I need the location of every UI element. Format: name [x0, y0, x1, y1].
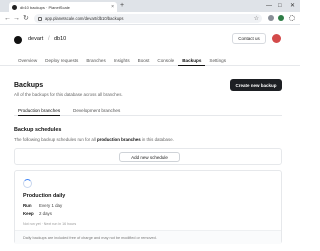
minimize-window-button[interactable]: — — [266, 1, 272, 11]
bookmark-star-icon[interactable]: ☆ — [254, 15, 259, 22]
tab-settings[interactable]: Settings — [205, 55, 230, 66]
app-header: devart / db10 Contact us Overview Deploy… — [0, 26, 300, 66]
schedule-footer-note: Daily backups are included free of charg… — [15, 230, 281, 244]
profile-icon[interactable] — [278, 15, 284, 21]
add-schedule-button[interactable]: Add new schedule — [119, 152, 180, 162]
maximize-window-button[interactable]: □ — [278, 1, 282, 11]
extensions-icon[interactable] — [268, 15, 274, 21]
tab-deploy-requests[interactable]: Deploy requests — [41, 55, 82, 66]
tab-insights[interactable]: Insights — [110, 55, 134, 66]
desc-suffix: in this database. — [140, 137, 174, 142]
close-window-button[interactable]: ✕ — [290, 1, 295, 11]
tab-branches[interactable]: Branches — [82, 55, 109, 66]
avatar[interactable] — [272, 34, 281, 43]
backup-schedules-title: Backup schedules — [14, 127, 62, 133]
pending-spinner-icon — [23, 179, 32, 188]
tab-development-branches[interactable]: Development branches — [73, 105, 120, 116]
tab-production-branches[interactable]: Production branches — [18, 105, 61, 116]
url-input[interactable]: app.planetscale.com/devart/db10/backups … — [34, 14, 262, 23]
browser-address-bar: ← → ↻ app.planetscale.com/devart/db10/ba… — [0, 12, 300, 25]
url-text: app.planetscale.com/devart/db10/backups — [45, 16, 124, 21]
browser-tab[interactable]: db10 backups · PlanetScale × — [9, 2, 117, 12]
browser-menu-icon[interactable] — [289, 15, 295, 21]
tab-backups[interactable]: Backups — [178, 55, 206, 66]
back-button[interactable]: ← — [4, 14, 11, 23]
browser-tab-bar: db10 backups · PlanetScale × + — □ ✕ — [0, 0, 300, 12]
backup-schedules-description: The following backup schedules run for a… — [14, 137, 174, 142]
database-breadcrumb[interactable]: db10 — [54, 36, 66, 42]
forward-button[interactable]: → — [13, 14, 20, 23]
lock-icon — [38, 16, 42, 21]
new-tab-button[interactable]: + — [120, 1, 124, 11]
keep-value: 2 days — [39, 211, 52, 216]
tab-console[interactable]: Console — [153, 55, 178, 66]
keep-label: Keep — [23, 211, 34, 216]
page-subtitle: All of the backups for this database acr… — [14, 92, 123, 97]
create-backup-button[interactable]: Create new backup — [230, 79, 282, 91]
branch-type-tabs: Production branches Development branches — [14, 105, 282, 116]
schedule-card: Production daily Run Every 1 day Keep 2 … — [14, 170, 282, 244]
contact-us-button[interactable]: Contact us — [232, 33, 266, 44]
tab-close-icon[interactable]: × — [111, 4, 114, 10]
run-label: Run — [23, 203, 32, 208]
page-title: Backups — [14, 82, 44, 89]
run-value: Every 1 day — [39, 203, 63, 208]
planetscale-favicon-icon — [12, 4, 17, 10]
planetscale-logo-icon[interactable] — [14, 36, 22, 44]
schedule-title: Production daily — [23, 193, 66, 199]
desc-bold: production branches — [96, 137, 141, 142]
desc-prefix: The following backup schedules run for a… — [14, 137, 97, 142]
schedule-status: Not run yet · Next run in 16 hours — [23, 222, 77, 226]
reload-button[interactable]: ↻ — [23, 14, 29, 23]
database-nav: Overview Deploy requests Branches Insigh… — [14, 55, 230, 66]
add-schedule-row: Add new schedule — [14, 148, 282, 165]
tab-boost[interactable]: Boost — [134, 55, 154, 66]
tab-title: db10 backups · PlanetScale — [20, 4, 70, 10]
org-breadcrumb[interactable]: devart — [28, 36, 43, 42]
tab-overview[interactable]: Overview — [14, 55, 41, 66]
breadcrumb-separator: / — [48, 36, 50, 42]
